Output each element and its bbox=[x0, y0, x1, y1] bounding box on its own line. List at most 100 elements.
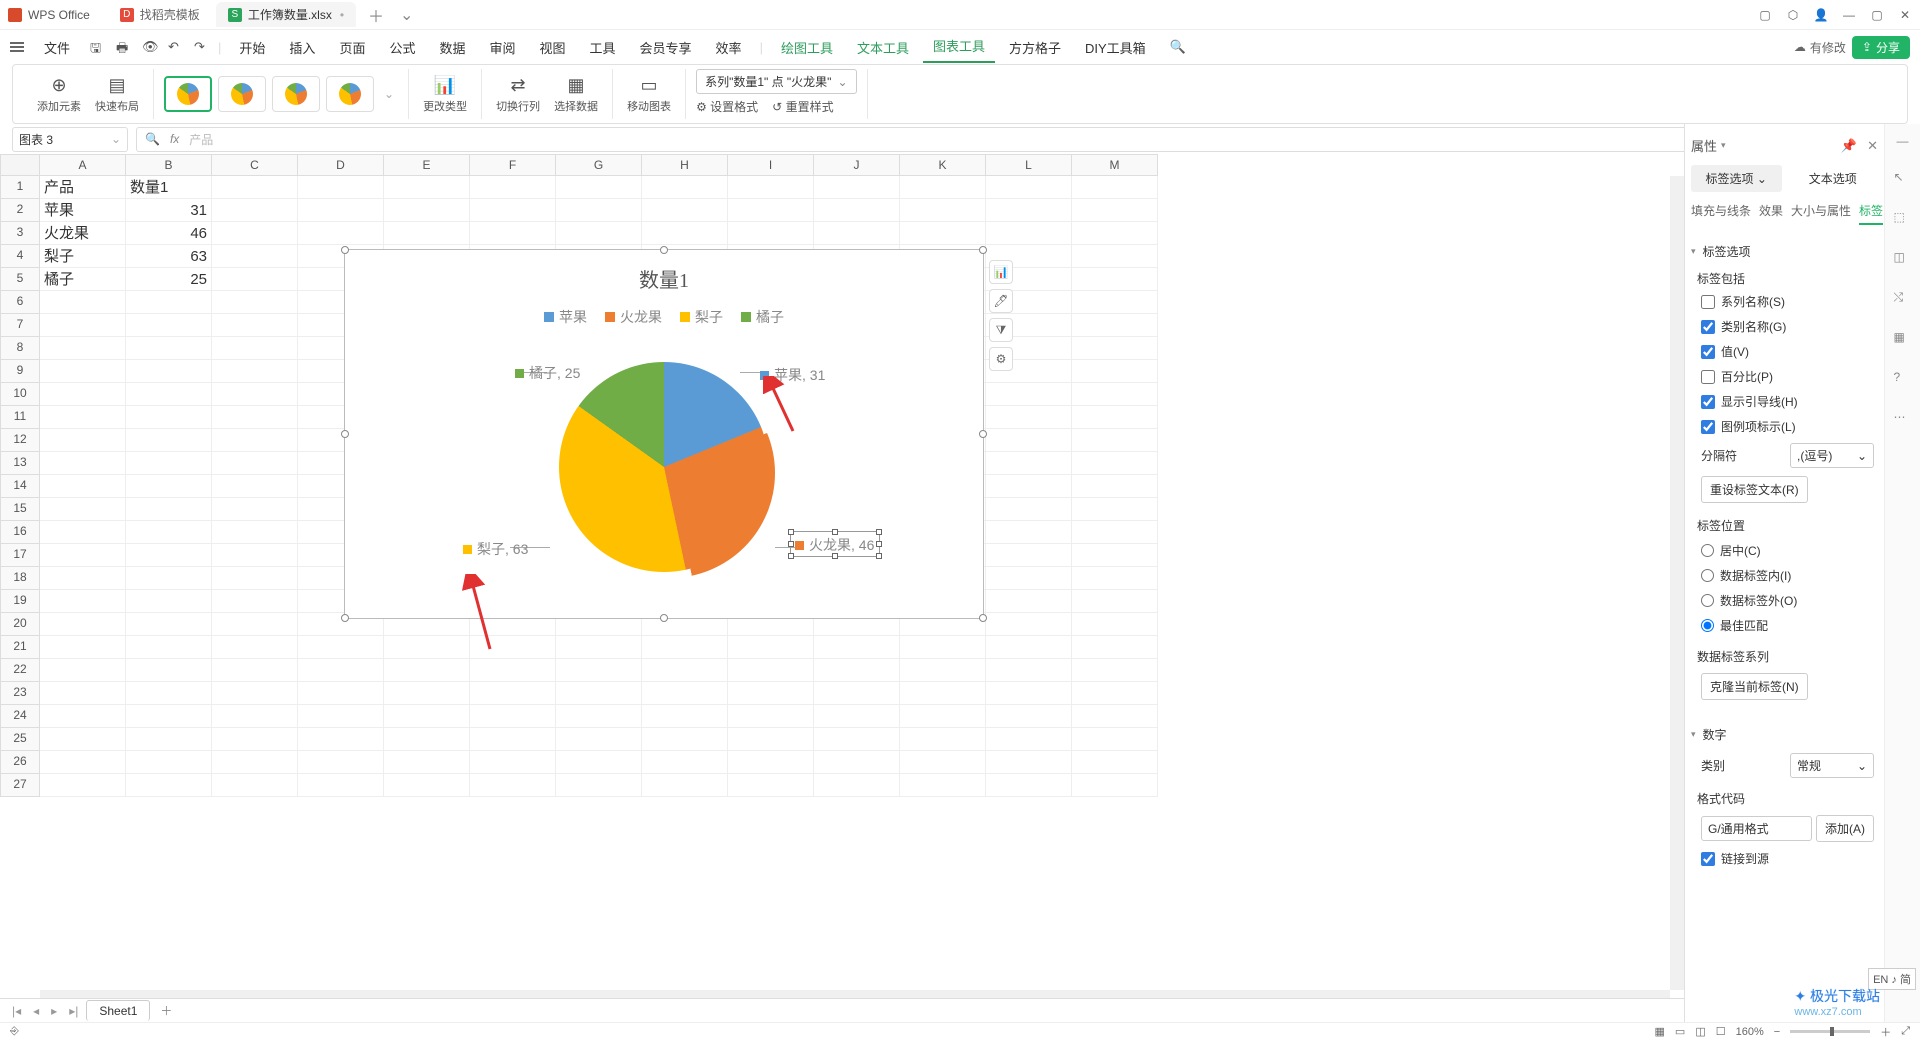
menu-efficiency[interactable]: 效率 bbox=[706, 34, 752, 61]
separator-select[interactable]: ,(逗号)⌄ bbox=[1790, 443, 1874, 468]
fx-icon[interactable]: fx bbox=[170, 132, 179, 146]
menu-member[interactable]: 会员专享 bbox=[630, 34, 702, 61]
data-label-apple[interactable]: 苹果, 31 bbox=[760, 365, 825, 385]
cloud-status[interactable]: ☁ 有修改 bbox=[1794, 39, 1846, 56]
chart-styles-button[interactable]: 🖊 bbox=[989, 289, 1013, 313]
menu-start[interactable]: 开始 bbox=[229, 34, 275, 61]
reset-label-text-button[interactable]: 重设标签文本(R) bbox=[1701, 476, 1808, 503]
radio-center[interactable]: 居中(C) bbox=[1691, 538, 1878, 563]
cb-legend-key[interactable]: 图例项标示(L) bbox=[1691, 414, 1878, 439]
help-icon[interactable]: ? bbox=[1894, 370, 1912, 388]
sheet-nav-next[interactable]: ▸ bbox=[47, 1004, 61, 1018]
tab-menu-button[interactable]: ⌄ bbox=[392, 5, 421, 25]
zoom-out-button[interactable]: − bbox=[1774, 1026, 1780, 1038]
fullscreen-icon[interactable]: ⤢ bbox=[1901, 1025, 1910, 1038]
cursor-icon[interactable]: ↖ bbox=[1894, 170, 1912, 188]
menu-data[interactable]: 数据 bbox=[429, 34, 475, 61]
menu-text-tools[interactable]: 文本工具 bbox=[847, 34, 919, 61]
style-more-icon[interactable]: ⌄ bbox=[380, 87, 398, 101]
row-headers[interactable]: 1234567891011121314151617181920212223242… bbox=[0, 176, 40, 797]
add-format-button[interactable]: 添加(A) bbox=[1816, 815, 1874, 842]
quick-layout-button[interactable]: ▤快速布局 bbox=[91, 73, 143, 116]
tab-templates[interactable]: D 找稻壳模板 bbox=[108, 2, 212, 27]
cb-percent[interactable]: 百分比(P) bbox=[1691, 364, 1878, 389]
sheet-nav-prev[interactable]: ◂ bbox=[29, 1004, 43, 1018]
subtab-size[interactable]: 大小与属性 bbox=[1791, 202, 1851, 225]
crossref-icon[interactable]: ⤭ bbox=[1894, 290, 1912, 308]
add-element-button[interactable]: ⊕添加元素 bbox=[33, 73, 85, 116]
menu-view[interactable]: 视图 bbox=[530, 34, 576, 61]
radio-outside[interactable]: 数据标签外(O) bbox=[1691, 588, 1878, 613]
menu-chart-tools[interactable]: 图表工具 bbox=[923, 32, 995, 63]
view-page-icon[interactable]: ▭ bbox=[1675, 1025, 1685, 1038]
collapse-icon[interactable]: — bbox=[1897, 134, 1909, 148]
new-tab-button[interactable]: ＋ bbox=[360, 3, 392, 27]
zoom-slider[interactable] bbox=[1790, 1030, 1870, 1033]
chart-object[interactable]: 数量1 苹果 火龙果 梨子 橘子 苹果, 31 橘子, 25 bbox=[344, 249, 984, 619]
move-chart-button[interactable]: ▭移动图表 bbox=[623, 73, 675, 116]
resize-handle[interactable] bbox=[660, 614, 668, 622]
preview-icon[interactable]: 👁 bbox=[142, 39, 158, 55]
formula-input[interactable]: 🔍 fx 产品 bbox=[136, 127, 1908, 152]
table-icon[interactable]: ▦ bbox=[1894, 330, 1912, 348]
menu-review[interactable]: 审阅 bbox=[479, 34, 525, 61]
cb-series-name[interactable]: 系列名称(S) bbox=[1691, 289, 1878, 314]
status-icon[interactable]: ⎆ bbox=[10, 1025, 19, 1038]
chart-style-1[interactable] bbox=[164, 76, 212, 112]
undo-icon[interactable]: ↶ bbox=[168, 39, 184, 55]
chart-settings-button[interactable]: ⚙ bbox=[989, 347, 1013, 371]
view-reading-icon[interactable]: ☐ bbox=[1716, 1025, 1726, 1038]
pin-icon[interactable]: 📌 bbox=[1841, 138, 1857, 154]
share-button[interactable]: ⇪ 分享 bbox=[1852, 36, 1910, 59]
tab-workbook[interactable]: S 工作簿数量.xlsx • bbox=[216, 2, 356, 27]
chart-style-2[interactable] bbox=[218, 76, 266, 112]
menu-formula[interactable]: 公式 bbox=[379, 34, 425, 61]
data-label-pear[interactable]: 梨子, 63 bbox=[463, 539, 528, 559]
add-sheet-button[interactable]: ＋ bbox=[154, 1002, 178, 1019]
menu-page[interactable]: 页面 bbox=[329, 34, 375, 61]
chart-legend[interactable]: 苹果 火龙果 梨子 橘子 bbox=[345, 307, 983, 327]
pie-plot[interactable]: 苹果, 31 橘子, 25 梨子, 63 火龙果, 46 bbox=[345, 327, 983, 587]
search-icon[interactable]: 🔍 bbox=[1170, 39, 1186, 55]
hamburger-icon[interactable] bbox=[10, 42, 24, 52]
subtab-fill[interactable]: 填充与线条 bbox=[1691, 202, 1751, 225]
restore-icon[interactable]: ▢ bbox=[1758, 8, 1772, 22]
tab-label-options[interactable]: 标签选项 ⌄ bbox=[1691, 165, 1782, 192]
view-normal-icon[interactable]: ▦ bbox=[1655, 1025, 1665, 1038]
clone-label-button[interactable]: 克隆当前标签(N) bbox=[1701, 673, 1808, 700]
menu-tools[interactable]: 工具 bbox=[580, 34, 626, 61]
chart-filter-button[interactable]: ⧩ bbox=[989, 318, 1013, 342]
section-label-options[interactable]: 标签选项 bbox=[1691, 235, 1878, 266]
radio-inside[interactable]: 数据标签内(I) bbox=[1691, 563, 1878, 588]
menu-diy[interactable]: DIY工具箱 bbox=[1075, 34, 1156, 61]
subtab-effect[interactable]: 效果 bbox=[1759, 202, 1783, 225]
view-break-icon[interactable]: ◫ bbox=[1695, 1025, 1705, 1038]
cb-category-name[interactable]: 类别名称(G) bbox=[1691, 314, 1878, 339]
more-icon[interactable]: ⋯ bbox=[1894, 410, 1912, 428]
spreadsheet[interactable]: ABCDEFGHIJKLM 12345678910111213141516171… bbox=[0, 154, 1684, 1004]
reset-style-button[interactable]: ↺ 重置样式 bbox=[772, 98, 833, 115]
radio-best-fit[interactable]: 最佳匹配 bbox=[1691, 613, 1878, 638]
series-selector[interactable]: 系列"数量1" 点 "火龙果"⌄ bbox=[696, 69, 856, 94]
print-icon[interactable]: 🖶 bbox=[116, 39, 132, 55]
maximize-button[interactable]: ▢ bbox=[1870, 8, 1884, 22]
resize-handle[interactable] bbox=[979, 614, 987, 622]
save-icon[interactable]: 🖫 bbox=[90, 39, 106, 55]
cb-value[interactable]: 值(V) bbox=[1691, 339, 1878, 364]
subtab-label[interactable]: 标签 bbox=[1859, 202, 1883, 225]
chart-style-3[interactable] bbox=[272, 76, 320, 112]
close-button[interactable]: ✕ bbox=[1898, 8, 1912, 22]
set-format-button[interactable]: ⚙ 设置格式 bbox=[696, 98, 758, 115]
resize-handle[interactable] bbox=[341, 246, 349, 254]
menu-fangfang[interactable]: 方方格子 bbox=[999, 34, 1071, 61]
format-code-input[interactable]: G/通用格式 bbox=[1701, 816, 1812, 841]
resize-handle[interactable] bbox=[660, 246, 668, 254]
swap-rc-button[interactable]: ⇄切换行列 bbox=[492, 73, 544, 116]
close-panel-icon[interactable]: ✕ bbox=[1867, 138, 1878, 154]
resize-handle[interactable] bbox=[341, 614, 349, 622]
data-label-orange[interactable]: 橘子, 25 bbox=[515, 363, 580, 383]
layers-icon[interactable]: ◫ bbox=[1894, 250, 1912, 268]
tab-text-options[interactable]: 文本选项 bbox=[1788, 165, 1879, 192]
zoom-in-button[interactable]: ＋ bbox=[1880, 1024, 1891, 1040]
sheet-nav-last[interactable]: ▸| bbox=[65, 1004, 82, 1018]
